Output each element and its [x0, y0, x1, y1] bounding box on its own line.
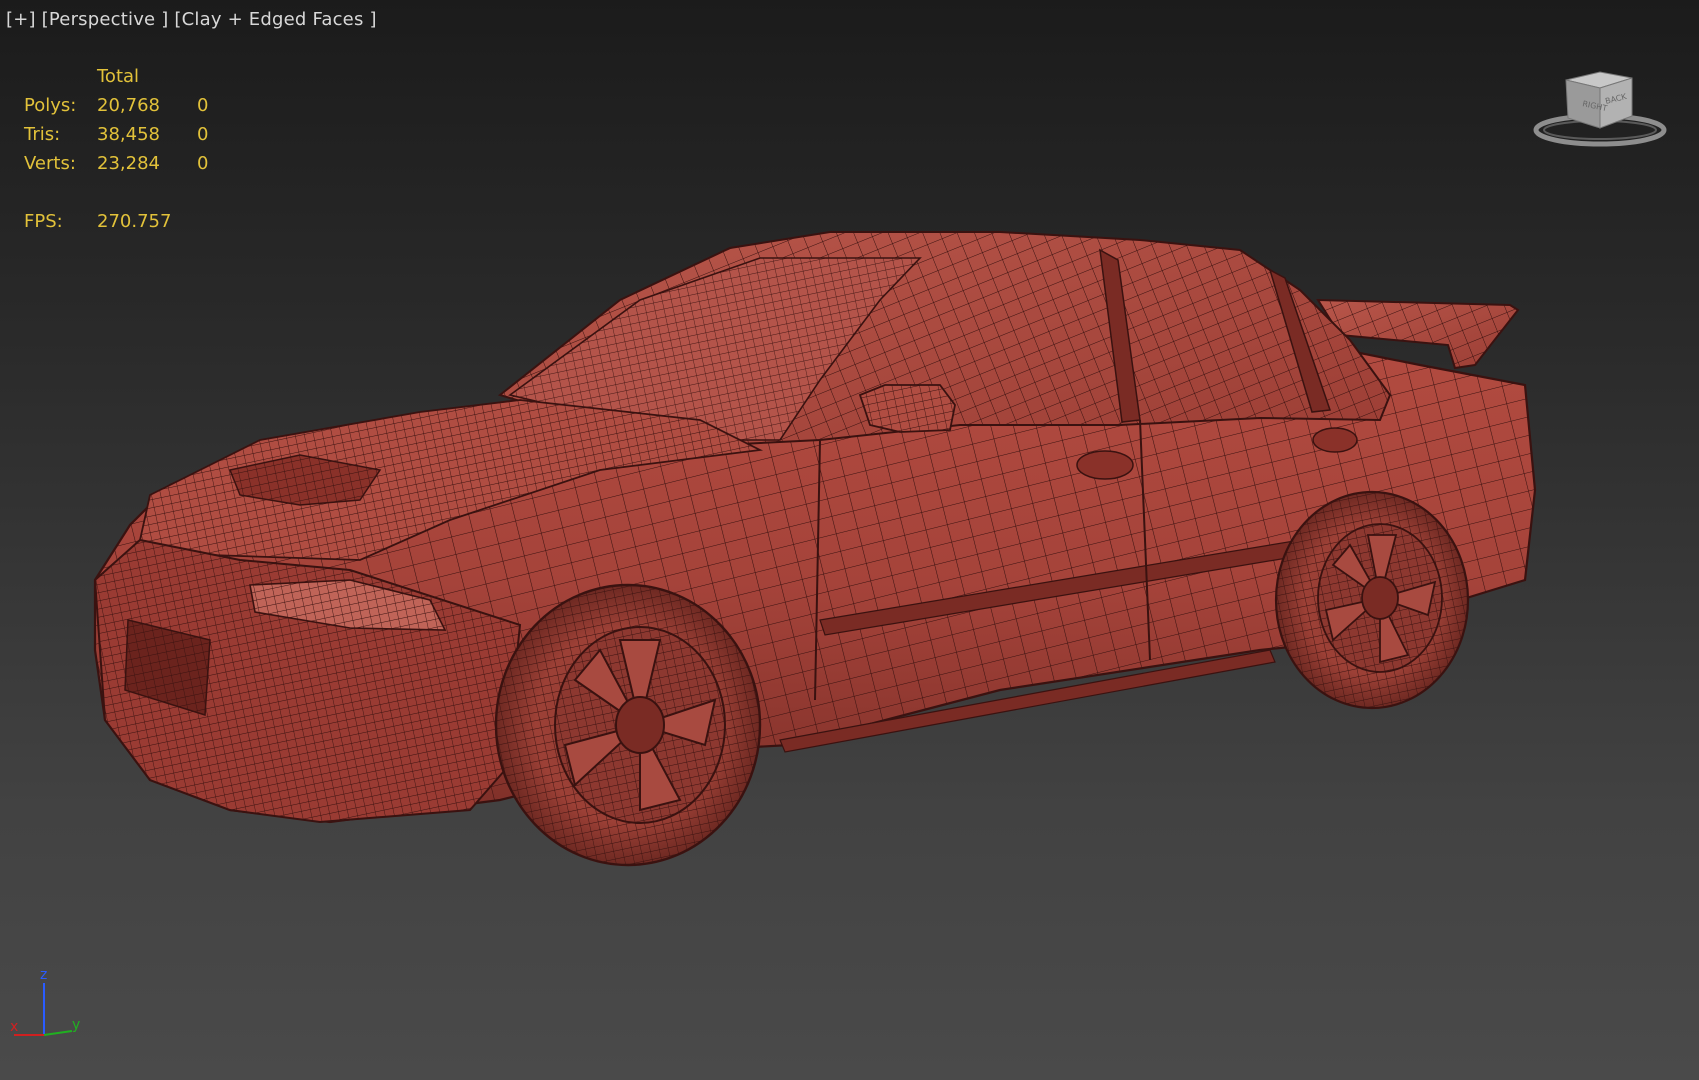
stats-row-tris: Tris: 38,458 0	[24, 120, 224, 149]
stats-selected: 0	[197, 153, 209, 174]
stats-row-verts: Verts: 23,284 0	[24, 149, 224, 178]
axis-y-label: y	[72, 1017, 80, 1033]
stats-header: Total	[97, 66, 140, 87]
side-mirror	[858, 384, 956, 433]
fps-label: FPS:	[24, 211, 63, 232]
stats-label: Tris:	[24, 124, 61, 145]
stats-total: 23,284	[97, 153, 160, 174]
stats-spacer	[24, 178, 224, 207]
stats-selected: 0	[197, 124, 209, 145]
stats-selected: 0	[197, 95, 209, 116]
fps-value: 270.757	[97, 211, 172, 232]
front-wheel	[494, 583, 762, 867]
car-model[interactable]	[0, 0, 1699, 1080]
axis-tripod-icon: z x y	[10, 967, 80, 1036]
stats-total: 20,768	[97, 95, 160, 116]
stats-label: Polys:	[24, 95, 77, 116]
statistics-overlay: Total Polys: 20,768 0 Tris: 38,458 0 Ver…	[24, 62, 224, 236]
perspective-viewport[interactable]: [+] [Perspective ] [Clay + Edged Faces ]…	[0, 0, 1699, 1080]
viewport-label: [+] [Perspective ] [Clay + Edged Faces ]	[6, 9, 377, 30]
stats-label: Verts:	[24, 153, 76, 174]
stats-row-fps: FPS: 270.757	[24, 207, 224, 236]
stats-header-row: Total	[24, 62, 224, 91]
axis-x-label: x	[10, 1019, 18, 1035]
stats-row-polys: Polys: 20,768 0	[24, 91, 224, 120]
viewport-view-button[interactable]: [Perspective ]	[42, 9, 169, 30]
viewcube-icon[interactable]: RIGHT BACK	[1530, 66, 1670, 156]
axis-z-label: z	[40, 967, 47, 983]
stats-total: 38,458	[97, 124, 160, 145]
viewport-shading-button[interactable]: [Clay + Edged Faces ]	[174, 9, 376, 30]
viewport-menu-button[interactable]: [+]	[6, 9, 36, 30]
rear-wheel	[1274, 490, 1470, 710]
